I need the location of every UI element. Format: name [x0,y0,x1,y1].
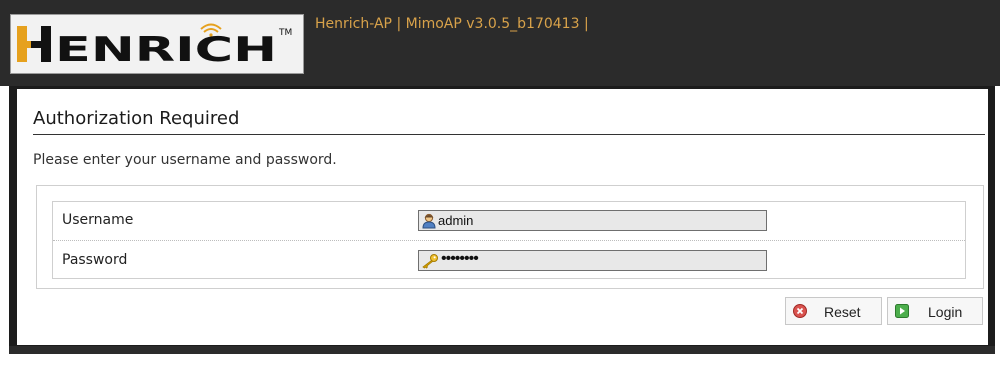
logo-wordmark: ENRICH [55,30,277,70]
row-divider [53,240,965,241]
title-divider [33,134,985,135]
logo-tm: TM [278,28,292,38]
user-icon [421,213,437,229]
login-icon [895,304,909,318]
page: ENRICH TM Henrich-AP | MimoAP v3.0.5_b17… [0,0,1000,365]
henrich-logo: ENRICH TM [10,14,304,74]
login-label: Login [928,304,963,320]
password-label: Password [62,252,128,268]
page-title: Authorization Required [33,108,240,129]
username-label: Username [62,212,134,228]
username-field[interactable]: admin [418,210,767,231]
reset-icon [793,304,807,318]
username-value: admin [438,213,474,228]
header-device-info: Henrich-AP | MimoAP v3.0.5_b170413 | [315,16,589,32]
auth-description: Please enter your username and password. [33,152,337,168]
key-icon [421,253,438,269]
reset-label: Reset [824,304,861,320]
reset-button[interactable]: Reset [785,297,882,325]
login-button[interactable]: Login [887,297,983,325]
password-value: •••••••• [441,250,479,267]
password-field[interactable]: •••••••• [418,250,767,271]
logo-graphic: ENRICH TM [17,23,292,70]
footer-strip [9,346,995,354]
